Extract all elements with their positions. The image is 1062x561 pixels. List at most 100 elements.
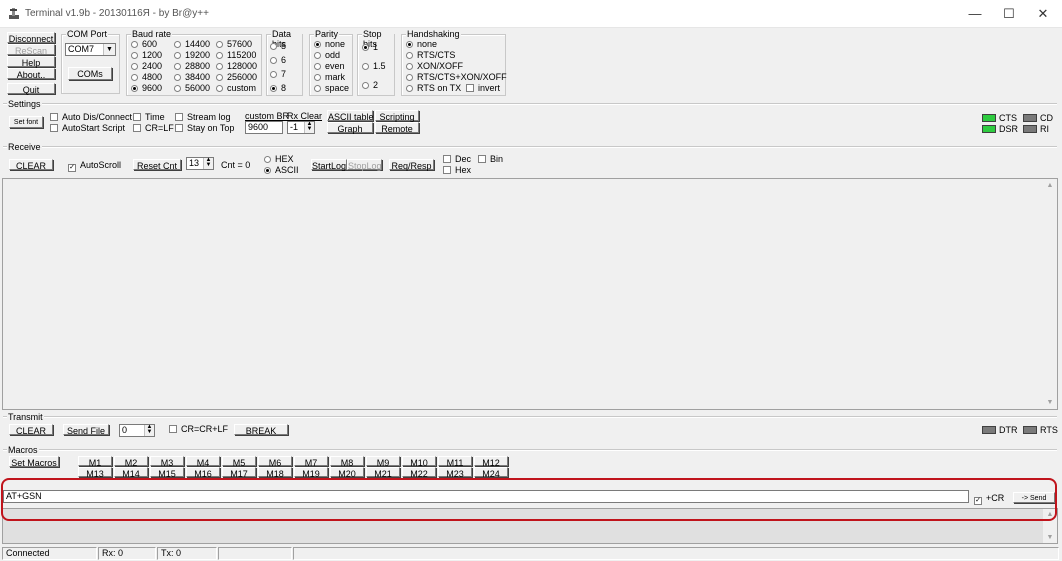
transmit-scrollbar[interactable]: ▲ ▼ <box>1043 509 1057 543</box>
receive-cnt-spinner[interactable]: 13 ▲ ▼ <box>186 157 214 170</box>
maximize-button[interactable]: ☐ <box>992 0 1026 28</box>
baud-radio-4800[interactable]: 4800 <box>131 72 162 82</box>
macro-button-m21[interactable]: M21 <box>366 467 400 479</box>
data-bits-radio-7[interactable]: 7 <box>270 69 286 79</box>
macro-button-m7[interactable]: M7 <box>294 456 328 468</box>
macro-button-m11[interactable]: M11 <box>438 456 472 468</box>
cr-lf-checkbox[interactable]: CR=LF <box>133 123 174 133</box>
data-bits-radio-8[interactable]: 8 <box>270 83 286 93</box>
handshaking-radio-rts-cts[interactable]: RTS/CTS <box>406 50 455 60</box>
macro-button-m14[interactable]: M14 <box>114 467 148 479</box>
scroll-up-icon[interactable]: ▲ <box>1046 182 1054 189</box>
stoplog-button[interactable]: StopLog <box>347 159 382 171</box>
macro-button-m10[interactable]: M10 <box>402 456 436 468</box>
macro-button-m2[interactable]: M2 <box>114 456 148 468</box>
macro-button-m23[interactable]: M23 <box>438 467 472 479</box>
macro-button-m18[interactable]: M18 <box>258 467 292 479</box>
invert-checkbox[interactable]: invert <box>466 83 500 93</box>
chevron-down-icon[interactable]: ▼ <box>103 44 115 55</box>
macro-button-m1[interactable]: M1 <box>78 456 112 468</box>
parity-radio-none[interactable]: none <box>314 39 345 49</box>
stop-bits-radio-1-5[interactable]: 1.5 <box>362 61 386 71</box>
macro-button-m6[interactable]: M6 <box>258 456 292 468</box>
ascii-table-button[interactable]: ASCII table <box>327 110 374 122</box>
send-button[interactable]: -> Send <box>1013 492 1055 503</box>
time-checkbox[interactable]: Time <box>133 112 165 122</box>
stop-bits-radio-1[interactable]: 1 <box>362 42 378 52</box>
macro-button-m12[interactable]: M12 <box>474 456 508 468</box>
parity-radio-space[interactable]: space <box>314 83 349 93</box>
disconnect-button[interactable]: Disconnect <box>7 32 55 44</box>
baud-radio-256000[interactable]: 256000 <box>216 72 257 82</box>
macro-button-m19[interactable]: M19 <box>294 467 328 479</box>
cr-crlf-checkbox[interactable]: CR=CR+LF <box>169 424 228 434</box>
break-button[interactable]: BREAK <box>234 424 288 436</box>
bin-checkbox[interactable]: Bin <box>478 154 503 164</box>
macro-button-m8[interactable]: M8 <box>330 456 364 468</box>
data-bits-radio-6[interactable]: 6 <box>270 55 286 65</box>
baud-radio-9600[interactable]: 9600 <box>131 83 162 93</box>
parity-radio-even[interactable]: even <box>314 61 345 71</box>
about-button[interactable]: About.. <box>7 68 55 80</box>
transmit-text-area[interactable]: ▲ ▼ <box>2 508 1058 544</box>
reset-cnt-button[interactable]: Reset Cnt <box>133 159 181 171</box>
plus-cr-checkbox[interactable]: ✓ +CR <box>974 493 1004 505</box>
dec-checkbox[interactable]: Dec <box>443 154 471 164</box>
auto-dis-connect-checkbox[interactable]: Auto Dis/Connect <box>50 112 132 122</box>
quit-button[interactable]: Quit <box>7 83 55 95</box>
send-command-input[interactable]: AT+GSN <box>3 490 969 503</box>
baud-radio-38400[interactable]: 38400 <box>174 72 210 82</box>
minimize-button[interactable]: — <box>958 0 992 28</box>
scroll-down-icon[interactable]: ▼ <box>1046 534 1054 541</box>
transmit-delay-spinner[interactable]: 0 ▲ ▼ <box>119 424 155 437</box>
macro-button-m16[interactable]: M16 <box>186 467 220 479</box>
macro-button-m20[interactable]: M20 <box>330 467 364 479</box>
macro-button-m3[interactable]: M3 <box>150 456 184 468</box>
autostart-script-checkbox[interactable]: AutoStart Script <box>50 123 125 133</box>
set-font-button[interactable]: Set font <box>9 116 43 128</box>
handshaking-radio-xon-xoff[interactable]: XON/XOFF <box>406 61 463 71</box>
baud-radio-57600[interactable]: 57600 <box>216 39 252 49</box>
rx-clear-spinner[interactable]: -1 ▲ ▼ <box>287 121 315 134</box>
baud-radio-19200[interactable]: 19200 <box>174 50 210 60</box>
send-file-button[interactable]: Send File <box>63 424 109 436</box>
macro-button-m5[interactable]: M5 <box>222 456 256 468</box>
graph-button[interactable]: Graph <box>327 122 373 134</box>
receive-scrollbar[interactable]: ▲ ▼ <box>1043 179 1057 409</box>
macro-button-m4[interactable]: M4 <box>186 456 220 468</box>
spinner-arrows-icon[interactable]: ▲ ▼ <box>203 157 213 169</box>
receive-clear-button[interactable]: CLEAR <box>9 159 53 171</box>
coms-button[interactable]: COMs <box>68 67 112 80</box>
baud-radio-2400[interactable]: 2400 <box>131 61 162 71</box>
hex-radio[interactable]: HEX <box>264 154 294 164</box>
scroll-down-icon[interactable]: ▼ <box>1046 399 1054 406</box>
handshaking-radio-rts-on-tx[interactable]: RTS on TX <box>406 83 461 93</box>
remote-button[interactable]: Remote <box>375 122 419 134</box>
baud-radio-600[interactable]: 600 <box>131 39 157 49</box>
stream-log-checkbox[interactable]: Stream log <box>175 112 231 122</box>
rescan-button[interactable]: ReScan <box>7 44 55 56</box>
autoscroll-checkbox[interactable]: ✓ AutoScroll <box>68 160 121 172</box>
macro-button-m22[interactable]: M22 <box>402 467 436 479</box>
ascii-radio[interactable]: ASCII <box>264 165 299 175</box>
scroll-up-icon[interactable]: ▲ <box>1046 511 1054 518</box>
stay-on-top-checkbox[interactable]: Stay on Top <box>175 123 234 133</box>
req-resp-button[interactable]: Req/Resp <box>389 159 434 171</box>
handshaking-radio-none[interactable]: none <box>406 39 437 49</box>
scripting-button[interactable]: Scripting <box>375 110 419 122</box>
baud-radio-custom[interactable]: custom <box>216 83 256 93</box>
help-button[interactable]: Help <box>7 56 55 68</box>
parity-radio-mark[interactable]: mark <box>314 72 345 82</box>
macro-button-m13[interactable]: M13 <box>78 467 112 479</box>
stop-bits-radio-2[interactable]: 2 <box>362 80 378 90</box>
macro-button-m9[interactable]: M9 <box>366 456 400 468</box>
macro-button-m17[interactable]: M17 <box>222 467 256 479</box>
spinner-arrows-icon[interactable]: ▲ ▼ <box>144 424 154 436</box>
macro-button-m24[interactable]: M24 <box>474 467 508 479</box>
startlog-button[interactable]: StartLog <box>311 159 347 171</box>
baud-radio-28800[interactable]: 28800 <box>174 61 210 71</box>
macro-button-m15[interactable]: M15 <box>150 467 184 479</box>
receive-text-area[interactable]: ▲ ▼ <box>2 178 1058 410</box>
custom-br-input[interactable]: 9600 <box>245 121 283 134</box>
baud-radio-14400[interactable]: 14400 <box>174 39 210 49</box>
